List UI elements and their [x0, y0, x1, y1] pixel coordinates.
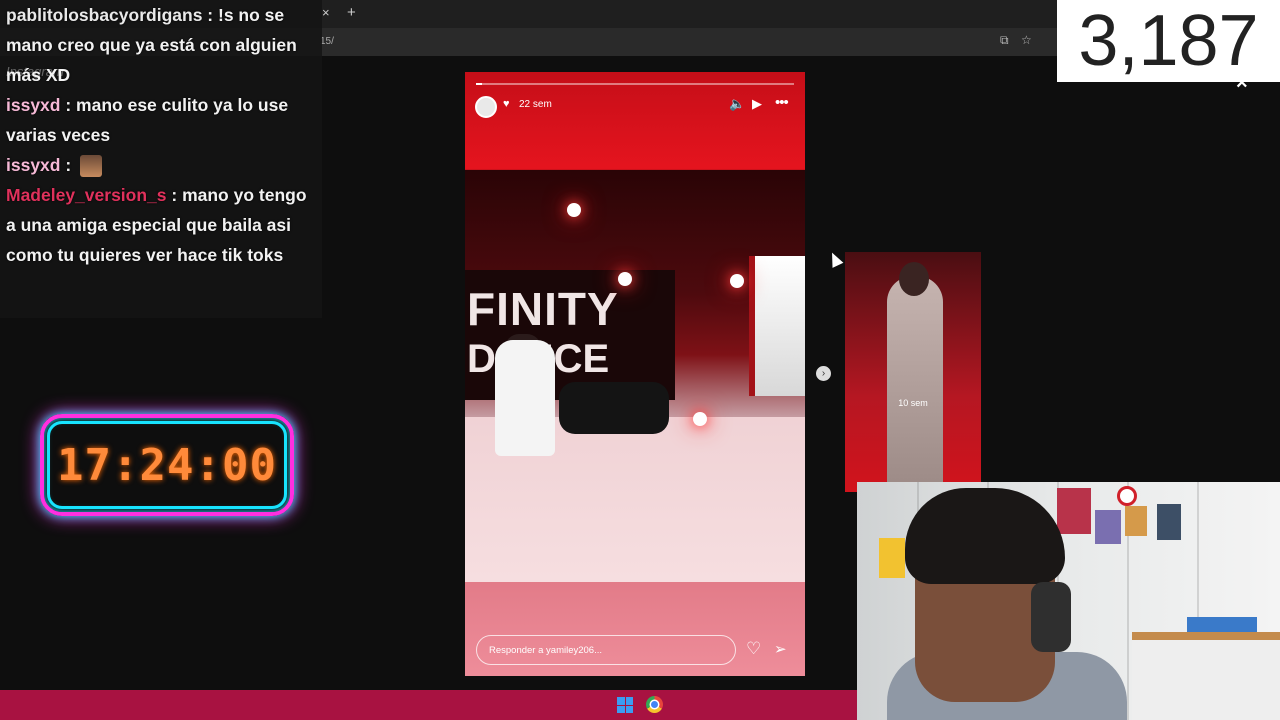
studio-sign-line1: FINITY — [467, 283, 619, 335]
next-story-preview[interactable]: 10 sem — [845, 252, 981, 492]
url-text[interactable]: 15/ — [320, 36, 334, 47]
chat-separator: : — [60, 95, 77, 115]
chat-username: Madeley_version_s — [6, 185, 167, 205]
play-icon[interactable]: ▶ — [752, 96, 762, 112]
send-icon[interactable]: ➢ — [774, 640, 787, 658]
next-story-button[interactable]: › — [816, 366, 831, 381]
chat-message: issyxd : — [6, 150, 316, 180]
new-tab-button[interactable]: + — [347, 4, 356, 21]
story-viewer[interactable]: ♥ 22 sem 🔈 ▶ ••• FINITY DANCE Responder … — [465, 72, 805, 676]
ceiling-light — [618, 272, 632, 286]
stream-timer: 17:24:00 — [40, 414, 294, 516]
instagram-label: Instagram — [6, 64, 64, 79]
story-time: 22 sem — [519, 99, 552, 110]
story-avatar[interactable] — [475, 96, 497, 118]
heart-icon: ♥ — [503, 98, 510, 110]
mouse-cursor — [826, 250, 844, 268]
stream-chat: pablitolosbacyordigans : !s no se mano c… — [0, 0, 322, 318]
headset — [1031, 582, 1071, 652]
timer-value: 17:24:00 — [57, 439, 277, 491]
wall-poster — [1057, 488, 1091, 534]
floor-light — [693, 412, 707, 426]
bed — [1132, 632, 1280, 720]
preview-person — [887, 276, 943, 492]
no-sign-icon — [1117, 486, 1137, 506]
chat-username: pablitolosbacyordigans — [6, 5, 203, 25]
wall-poster — [879, 538, 905, 578]
reply-input[interactable]: Responder a yamiley206... — [476, 635, 736, 665]
chat-message: Madeley_version_s : mano yo tengo a una … — [6, 180, 316, 270]
chat-separator: : — [202, 5, 218, 25]
chat-separator: : — [166, 185, 183, 205]
dancer — [559, 382, 669, 434]
chat-username: issyxd — [6, 155, 61, 175]
viewer-count: 3,187 — [1078, 1, 1259, 81]
chat-separator: : — [60, 155, 77, 175]
like-heart-icon[interactable]: ♡ — [746, 639, 761, 659]
webcam-feed — [857, 482, 1280, 720]
story-progress-fill — [476, 83, 483, 85]
ceiling-light — [567, 203, 581, 217]
stream-frame: × + 15/ ⧉ ☆ pablitolosbacyordigans : !s … — [0, 0, 1280, 720]
chat-username: issyxd — [6, 95, 61, 115]
wall-poster — [1125, 506, 1147, 536]
tab-close-icon[interactable]: × — [322, 5, 330, 20]
star-icon[interactable]: ☆ — [1021, 33, 1032, 47]
chat-emote-icon — [80, 155, 103, 178]
chrome-icon[interactable] — [646, 696, 663, 713]
screen-share-icon[interactable]: ⧉ — [1000, 33, 1009, 48]
story-progress-bar — [476, 83, 794, 85]
wall-poster — [1095, 510, 1121, 544]
chat-message: issyxd : mano ese culito ya lo use varia… — [6, 90, 316, 150]
windows-start-icon[interactable] — [617, 697, 633, 713]
preview-time: 10 sem — [898, 398, 928, 408]
studio-window — [749, 256, 805, 396]
more-options-icon[interactable]: ••• — [775, 94, 789, 111]
dancer — [495, 340, 555, 456]
wall-poster — [1157, 504, 1181, 540]
taskbar — [0, 690, 857, 720]
preview-person-head — [899, 262, 929, 296]
mute-icon[interactable]: 🔈 — [729, 96, 745, 112]
viewer-counter: 3,187 — [1057, 0, 1280, 82]
ceiling-light — [730, 274, 744, 288]
streamer-hair — [905, 488, 1065, 584]
